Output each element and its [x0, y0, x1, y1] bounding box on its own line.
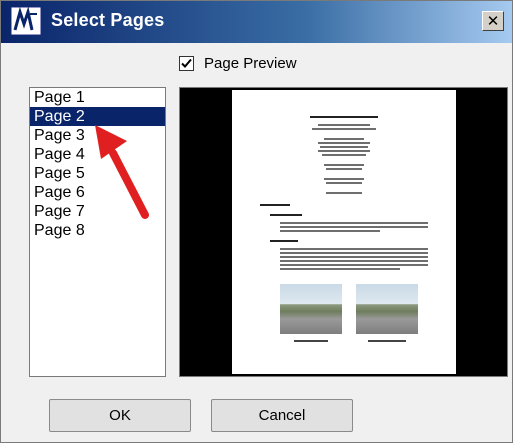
doc-section-heading [260, 204, 290, 206]
doc-text-line [280, 222, 428, 224]
doc-text-line [280, 230, 380, 232]
doc-text-line [322, 154, 366, 156]
document-page-thumbnail [232, 90, 456, 374]
doc-text-line [280, 260, 428, 262]
doc-subheading [270, 214, 302, 216]
page-preview-label: Page Preview [204, 54, 297, 72]
page-list-item[interactable]: Page 7 [30, 202, 165, 221]
page-list-item[interactable]: Page 8 [30, 221, 165, 240]
page-list-item[interactable]: Page 5 [30, 164, 165, 183]
cancel-button[interactable]: Cancel [211, 399, 353, 432]
doc-text-line [320, 146, 368, 148]
ok-button[interactable]: OK [49, 399, 191, 432]
doc-photo [280, 284, 342, 334]
page-list-item[interactable]: Page 1 [30, 88, 165, 107]
doc-text-line [280, 252, 428, 254]
doc-text-line [312, 128, 376, 130]
doc-text-line [280, 256, 428, 258]
doc-text-line [318, 142, 370, 144]
checkmark-icon [181, 58, 192, 68]
doc-text-line [326, 182, 362, 184]
doc-text-line [326, 168, 362, 170]
doc-text-line [280, 264, 428, 266]
page-preview-toggle[interactable]: Page Preview [179, 53, 297, 73]
doc-text-line [280, 248, 428, 250]
page-list-item-selected[interactable]: Page 2 [30, 107, 165, 126]
title-bar[interactable]: Select Pages ✕ [1, 1, 512, 43]
close-button[interactable]: ✕ [482, 11, 504, 31]
doc-text-line [326, 192, 362, 194]
doc-subheading [270, 240, 298, 242]
doc-photo [356, 284, 418, 334]
window-title: Select Pages [51, 10, 165, 30]
doc-text-line [324, 164, 364, 166]
doc-text-line [318, 124, 370, 126]
page-preview-checkbox[interactable] [179, 55, 194, 71]
doc-photo-caption [294, 340, 328, 342]
doc-text-line [280, 226, 428, 228]
page-list-item[interactable]: Page 6 [30, 183, 165, 202]
page-list-item[interactable]: Page 3 [30, 126, 165, 145]
page-preview-pane [179, 87, 508, 377]
app-logo-icon [11, 7, 41, 35]
doc-heading-line [310, 116, 378, 118]
doc-text-line [280, 268, 400, 270]
close-icon: ✕ [486, 12, 500, 30]
doc-text-line [324, 138, 364, 140]
page-list-item[interactable]: Page 4 [30, 145, 165, 164]
page-list[interactable]: Page 1 Page 2 Page 3 Page 4 Page 5 Page … [29, 87, 166, 377]
doc-text-line [324, 178, 364, 180]
doc-photo-caption [368, 340, 406, 342]
select-pages-dialog: Select Pages ✕ Page Preview Page 1 Page … [0, 0, 513, 443]
doc-text-line [318, 150, 370, 152]
